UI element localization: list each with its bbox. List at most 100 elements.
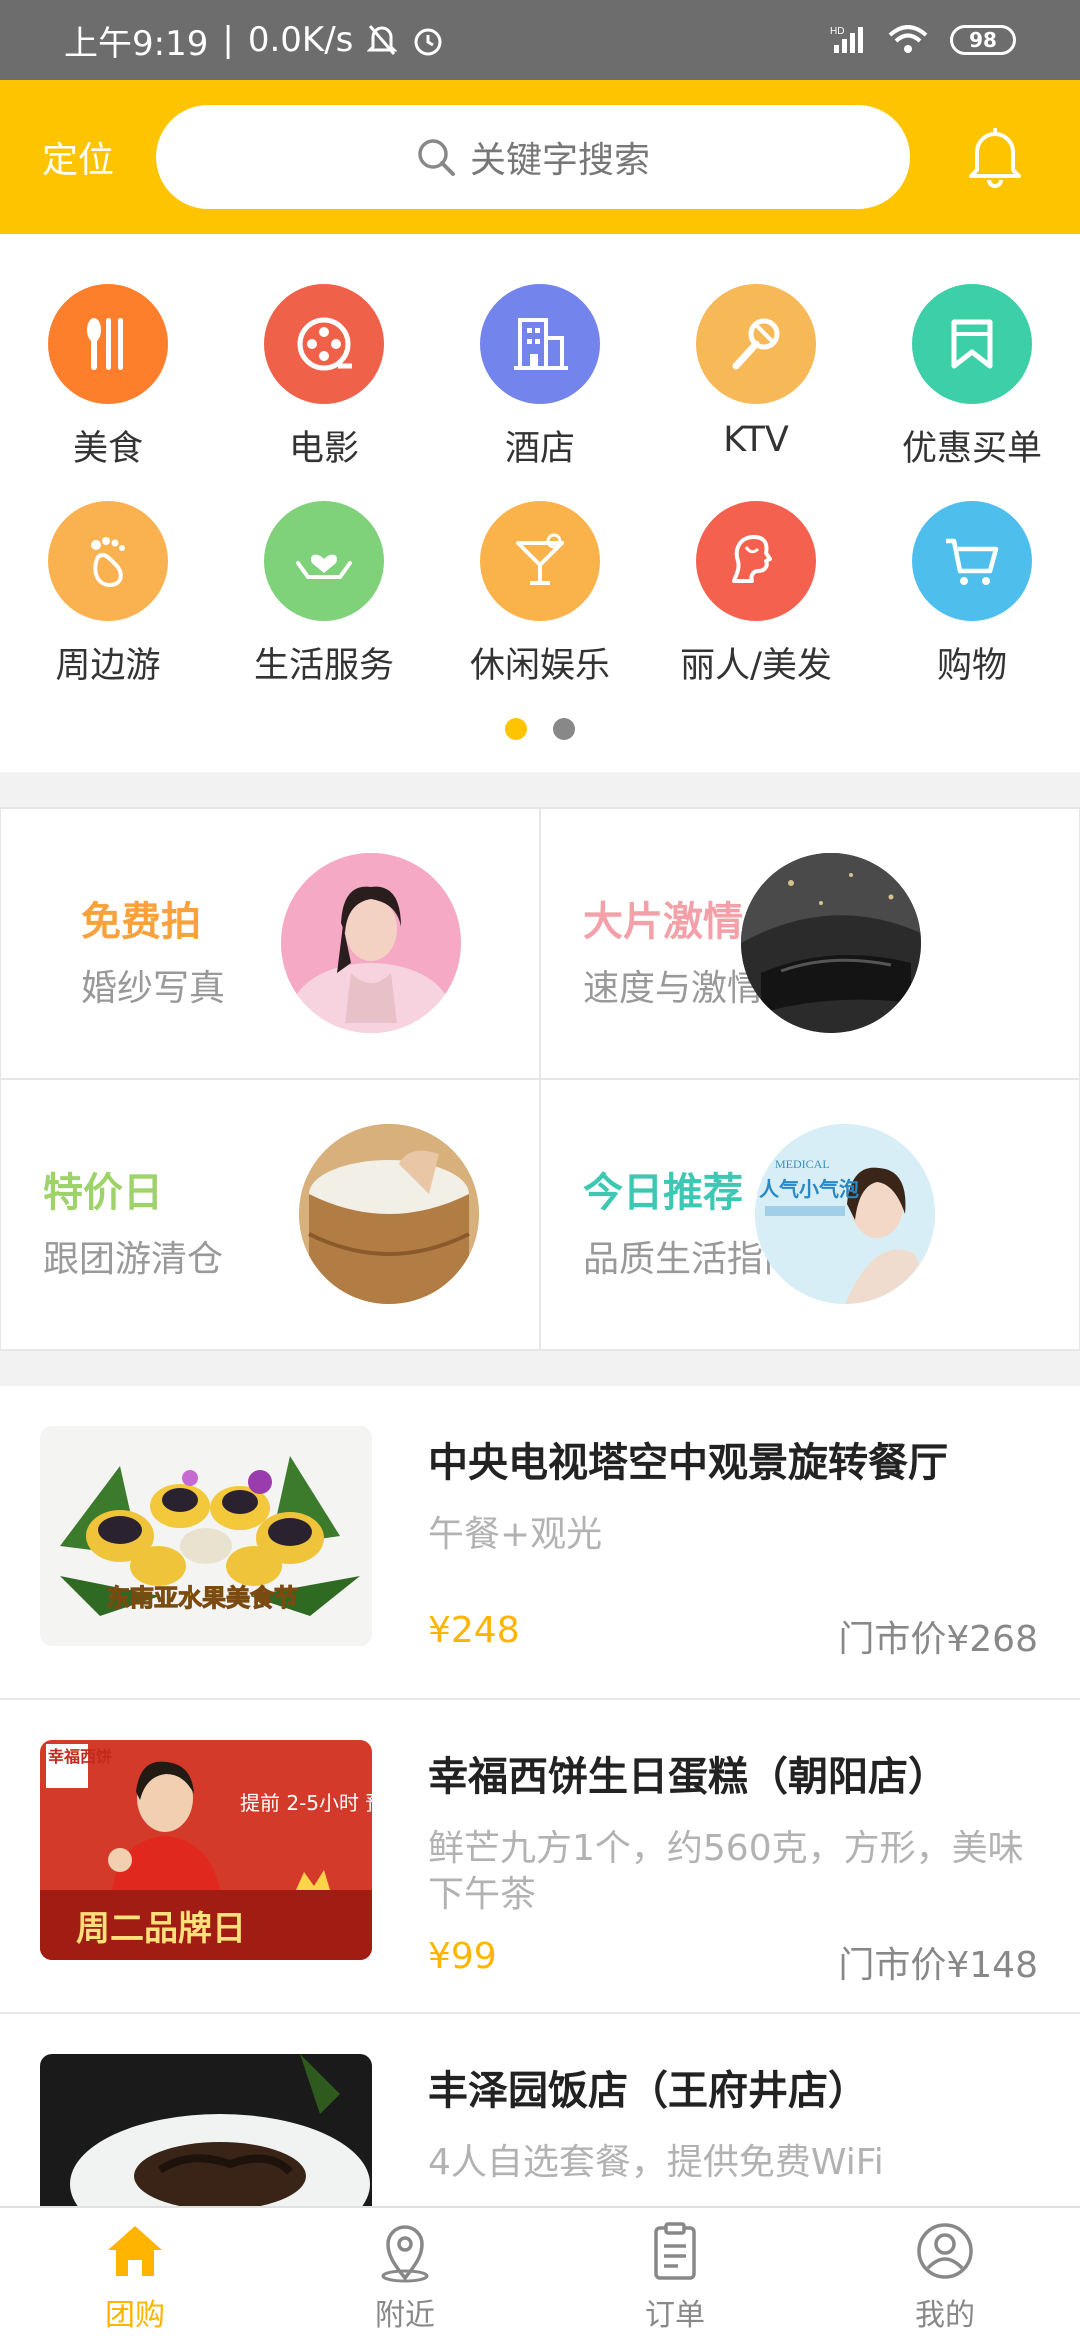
deal-image-note: 提前 2-5小时 预约: [240, 1791, 372, 1815]
category-discount-pay[interactable]: 优惠买单: [864, 284, 1080, 471]
notification-button[interactable]: [910, 124, 1080, 190]
tab-mine[interactable]: 我的: [810, 2208, 1080, 2340]
tab-orders[interactable]: 订单: [540, 2208, 810, 2340]
cocktail-icon: [516, 533, 564, 585]
deal-market-price: 门市价¥268: [838, 1619, 1038, 1660]
promo-subtitle: 婚纱写真: [81, 968, 226, 1009]
promo-title: 特价日: [43, 1170, 163, 1216]
category-label: 休闲娱乐: [469, 646, 610, 686]
category-circle: [264, 501, 384, 621]
status-time: 上午9:19: [64, 23, 209, 64]
deal-name: 中央电视塔空中观景旋转餐厅: [428, 1440, 948, 1486]
category-label: 美食: [72, 429, 143, 469]
promo-image-foot-bath: [299, 1124, 479, 1304]
promo-title: 今日推荐: [583, 1170, 743, 1216]
category-circle: [912, 284, 1032, 404]
page-indicator: [0, 718, 1080, 740]
category-circle: [912, 501, 1032, 621]
deal-name: 幸福西饼生日蛋糕（朝阳店）: [428, 1754, 948, 1800]
category-life-service[interactable]: 生活服务: [216, 501, 432, 688]
locate-button[interactable]: 定位: [0, 131, 156, 183]
signal-icon: HD: [830, 26, 863, 53]
clipboard-icon: [654, 2222, 696, 2280]
deal-desc: 鲜芒九方1个，约560克，方形，美味下午茶: [428, 1828, 1024, 1915]
promo-title: 免费拍: [81, 899, 201, 945]
category-leisure[interactable]: 休闲娱乐: [432, 501, 648, 688]
category-label: 生活服务: [253, 646, 394, 686]
promo-blockbuster[interactable]: 大片激情 速度与激情: [539, 807, 1080, 1080]
promo-medical-slogan: 人气小气泡: [759, 1177, 859, 1201]
bell-icon: [969, 128, 1021, 188]
promo-image-model: [281, 853, 461, 1033]
category-grid: 美食 电影 酒店 KTV 优惠买单 周边游 生活服务 休闲娱乐 丽人/美发 购物: [0, 234, 1080, 772]
category-circle: [48, 284, 168, 404]
status-bar: 上午9:19 | 0.0K/s HD 98: [0, 0, 1080, 80]
category-label: 周边游: [55, 646, 161, 686]
battery-indicator: 98: [950, 25, 1016, 55]
page-dot[interactable]: [553, 718, 575, 740]
category-circle: [264, 284, 384, 404]
microphone-icon: [732, 318, 780, 370]
category-label: 丽人/美发: [680, 646, 832, 686]
promo-special-day[interactable]: 特价日 跟团游清仓: [0, 1078, 541, 1351]
woman-head-icon: [732, 535, 772, 583]
top-bar: 定位 关键字搜索: [0, 80, 1080, 234]
alarm-icon: [414, 28, 442, 56]
search-icon: [418, 139, 455, 176]
tab-label: 团购: [105, 2298, 165, 2333]
tab-nearby[interactable]: 附近: [270, 2208, 540, 2340]
bottom-tab-bar: 团购 附近 订单 我的: [0, 2206, 1080, 2340]
heart-hand-icon: [296, 554, 352, 579]
bookmark-icon: [951, 319, 993, 369]
search-placeholder: 关键字搜索: [469, 140, 650, 181]
deal-market-price: 门市价¥148: [838, 1945, 1038, 1986]
promo-title: 大片激情: [583, 899, 743, 945]
tab-group-buy[interactable]: 团购: [0, 2208, 270, 2340]
deal-item[interactable]: 东南亚水果美食节 中央电视塔空中观景旋转餐厅 午餐+观光 ¥248 门市价¥26…: [0, 1386, 1080, 1700]
promo-free-photo[interactable]: 免费拍 婚纱写真: [0, 807, 541, 1080]
category-label: 优惠买单: [901, 429, 1042, 469]
deal-item[interactable]: 丰泽园饭店（王府井店） 4人自选套餐，提供免费WiFi: [0, 2014, 1080, 2206]
tab-label: 附近: [375, 2298, 435, 2333]
category-beauty[interactable]: 丽人/美发: [648, 501, 864, 688]
building-icon: [514, 318, 568, 370]
location-pin-icon: [381, 2225, 429, 2283]
deal-image-cake-ad: 幸福西饼 提前 2-5小时 预约 周二品牌日: [40, 1740, 372, 1960]
deal-image-brand: 幸福西饼: [48, 1747, 112, 1766]
category-hotel[interactable]: 酒店: [432, 284, 648, 471]
category-nearby-travel[interactable]: 周边游: [0, 501, 216, 688]
home-icon: [108, 2226, 162, 2276]
deal-desc: 4人自选套餐，提供免费WiFi: [428, 2142, 884, 2183]
category-circle: [696, 501, 816, 621]
deal-price: ¥99: [428, 1936, 497, 1977]
category-label: 酒店: [504, 429, 575, 469]
deal-item[interactable]: 幸福西饼 提前 2-5小时 预约 周二品牌日 幸福西饼生日蛋糕（朝阳店） 鲜芒九…: [0, 1700, 1080, 2014]
deal-name: 丰泽园饭店（王府井店）: [428, 2068, 868, 2114]
promo-subtitle: 跟团游清仓: [43, 1239, 224, 1280]
deal-image-caption: 东南亚水果美食节: [106, 1584, 298, 1612]
mute-bell-icon: [367, 25, 398, 55]
deal-image-dish: [40, 2054, 372, 2206]
status-divider: |: [222, 20, 234, 60]
category-circle: [480, 284, 600, 404]
category-shopping[interactable]: 购物: [864, 501, 1080, 688]
category-label: 电影: [288, 429, 359, 469]
page-dot-active[interactable]: [505, 718, 527, 740]
tab-label: 订单: [645, 2298, 705, 2333]
user-icon: [917, 2223, 973, 2279]
promo-subtitle: 速度与激情: [583, 968, 764, 1009]
search-input[interactable]: 关键字搜索: [156, 105, 910, 209]
film-reel-icon: [297, 317, 352, 371]
category-circle: [480, 501, 600, 621]
deal-price: ¥248: [428, 1610, 520, 1651]
promo-today-recommend[interactable]: 今日推荐 品质生活指南 MEDICAL 人气小气泡: [539, 1078, 1080, 1351]
category-food[interactable]: 美食: [0, 284, 216, 471]
deal-image-caption: 周二品牌日: [76, 1909, 246, 1949]
category-ktv[interactable]: KTV: [648, 284, 864, 471]
promo-medical-brand: MEDICAL: [775, 1157, 830, 1171]
category-label: 购物: [936, 646, 1007, 686]
category-movie[interactable]: 电影: [216, 284, 432, 471]
tab-label: 我的: [915, 2298, 975, 2333]
footprint-icon: [91, 537, 125, 588]
fork-knife-icon: [87, 318, 123, 370]
